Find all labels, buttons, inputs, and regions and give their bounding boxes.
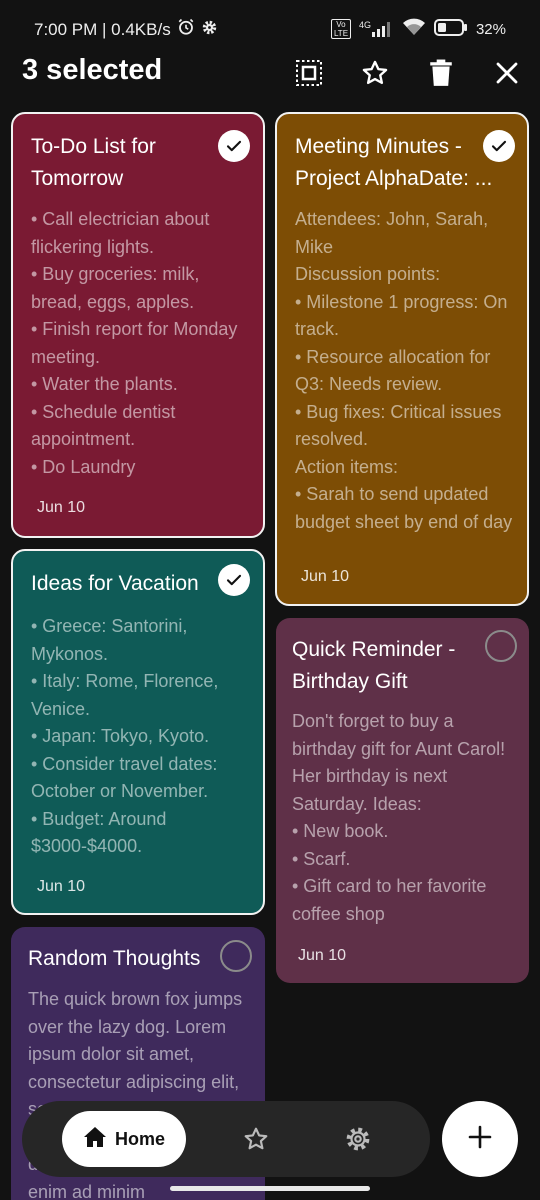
note-title: Quick Reminder - Birthday Gift <box>292 638 456 693</box>
note-date: Jun 10 <box>301 568 350 585</box>
note-card[interactable]: To-Do List for Tomorrow • Call electrici… <box>11 112 265 538</box>
settings-icon[interactable] <box>342 1123 374 1155</box>
note-date: Jun 10 <box>298 947 347 964</box>
gear-icon <box>201 19 218 41</box>
status-left: 7:00 PM | 0.4KB/s <box>34 18 218 41</box>
selected-check-icon[interactable] <box>218 564 250 596</box>
note-card[interactable]: Ideas for Vacation • Greece: Santorini, … <box>11 549 265 915</box>
unselected-circle-icon[interactable] <box>485 630 517 662</box>
plus-icon <box>468 1125 492 1154</box>
star-icon[interactable] <box>360 58 390 88</box>
note-body: Don't forget to buy a birthday gift for … <box>292 711 506 924</box>
home-icon <box>83 1126 107 1153</box>
wifi-icon <box>402 18 426 40</box>
nav-home-label: Home <box>114 1128 165 1149</box>
alarm-icon <box>177 18 195 41</box>
network-type-label: 4G <box>358 20 371 30</box>
nav-home-button[interactable]: Home <box>62 1111 186 1167</box>
note-body: • Call electrician about flickering ligh… <box>31 209 238 477</box>
trash-icon[interactable] <box>426 58 456 88</box>
note-title: Random Thoughts <box>28 947 201 970</box>
status-right: Vo LTE 4G 32% <box>330 18 506 40</box>
add-note-button[interactable] <box>442 1101 518 1177</box>
selected-check-icon[interactable] <box>218 130 250 162</box>
selected-check-icon[interactable] <box>483 130 515 162</box>
note-card[interactable]: Meeting Minutes - Project AlphaDate: ...… <box>275 112 529 606</box>
note-card[interactable]: Quick Reminder - Birthday Gift Don't for… <box>276 618 529 983</box>
selected-count: 3 selected <box>22 54 163 86</box>
unselected-circle-icon[interactable] <box>220 940 252 972</box>
battery-level: 32% <box>475 20 506 38</box>
selection-toolbar: 3 selected <box>0 52 540 96</box>
star-icon[interactable] <box>240 1123 272 1155</box>
select-all-icon[interactable] <box>294 58 324 88</box>
bottom-navigation: Home <box>22 1101 430 1177</box>
note-date: Jun 10 <box>37 499 86 516</box>
status-bar: 7:00 PM | 0.4KB/s Vo LTE 4G 32% <box>0 0 540 60</box>
signal-icon: 4G <box>358 20 394 37</box>
volte-icon: Vo LTE <box>330 19 351 39</box>
gesture-home-indicator[interactable] <box>170 1186 370 1191</box>
note-title: To-Do List for Tomorrow <box>31 135 156 190</box>
note-date: Jun 10 <box>37 878 86 895</box>
close-icon[interactable] <box>492 58 522 88</box>
note-body: • Greece: Santorini, Mykonos. • Italy: R… <box>31 616 219 856</box>
note-title: Ideas for Vacation <box>31 572 199 595</box>
battery-icon <box>433 18 468 40</box>
note-body: Attendees: John, Sarah, Mike Discussion … <box>295 209 513 532</box>
status-time: 7:00 PM | 0.4KB/s <box>34 19 171 39</box>
